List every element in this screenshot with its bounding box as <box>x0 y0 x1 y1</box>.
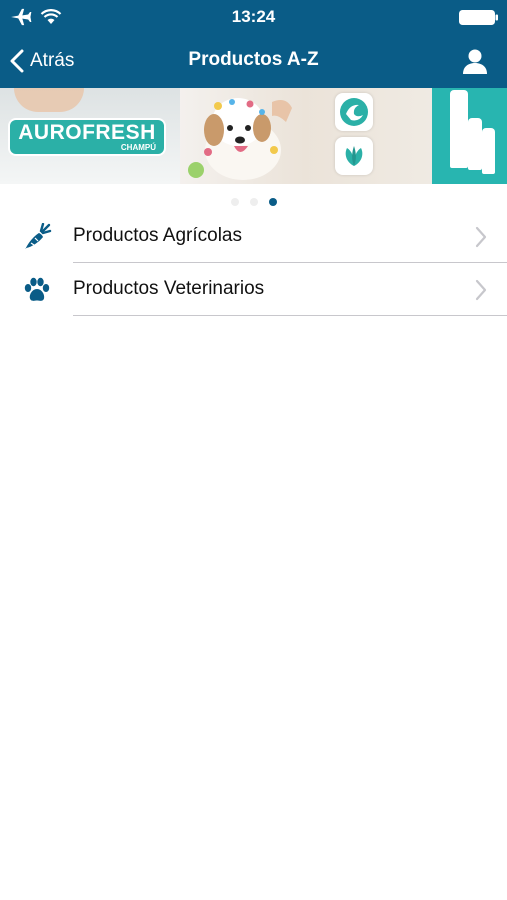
carrot-icon <box>25 223 52 249</box>
promo-banner[interactable]: AUROFRESH CHAMPÚ <box>0 88 507 184</box>
chevron-right-icon <box>475 226 487 248</box>
list-separator <box>73 315 507 316</box>
category-list: Productos Agrícolas Productos Veterinari… <box>0 210 507 316</box>
product-bottles <box>432 88 507 184</box>
list-item-productos-veterinarios[interactable]: Productos Veterinarios <box>0 263 507 316</box>
page-dot-3-active[interactable] <box>268 198 277 206</box>
status-time: 13:24 <box>231 7 276 26</box>
list-item-label: Productos Veterinarios <box>73 278 265 299</box>
leaf-icon <box>335 137 373 175</box>
paw-icon <box>24 277 50 301</box>
navigation-bar: Atrás Productos A-Z <box>0 34 507 88</box>
back-label: Atrás <box>30 50 75 71</box>
wave-hand-icon <box>335 93 373 131</box>
brand-subtitle: CHAMPÚ <box>120 142 156 152</box>
brand-name: AUROFRESH <box>18 120 156 144</box>
brand-logo: AUROFRESH CHAMPÚ <box>10 120 164 154</box>
carousel-page-indicator[interactable] <box>0 198 507 208</box>
chevron-right-icon <box>475 279 487 301</box>
page-title: Productos A-Z <box>188 49 319 70</box>
status-bar: 13:24 <box>0 0 507 34</box>
battery-icon <box>459 10 498 25</box>
list-item-productos-agricolas[interactable]: Productos Agrícolas <box>0 210 507 263</box>
chevron-left-icon <box>10 49 24 73</box>
dog-image <box>188 98 292 180</box>
page-dot-2[interactable] <box>249 198 258 206</box>
list-item-label: Productos Agrícolas <box>73 225 242 246</box>
user-icon[interactable] <box>461 47 489 75</box>
page-dot-1[interactable] <box>230 198 239 206</box>
back-button[interactable]: Atrás <box>10 34 74 88</box>
